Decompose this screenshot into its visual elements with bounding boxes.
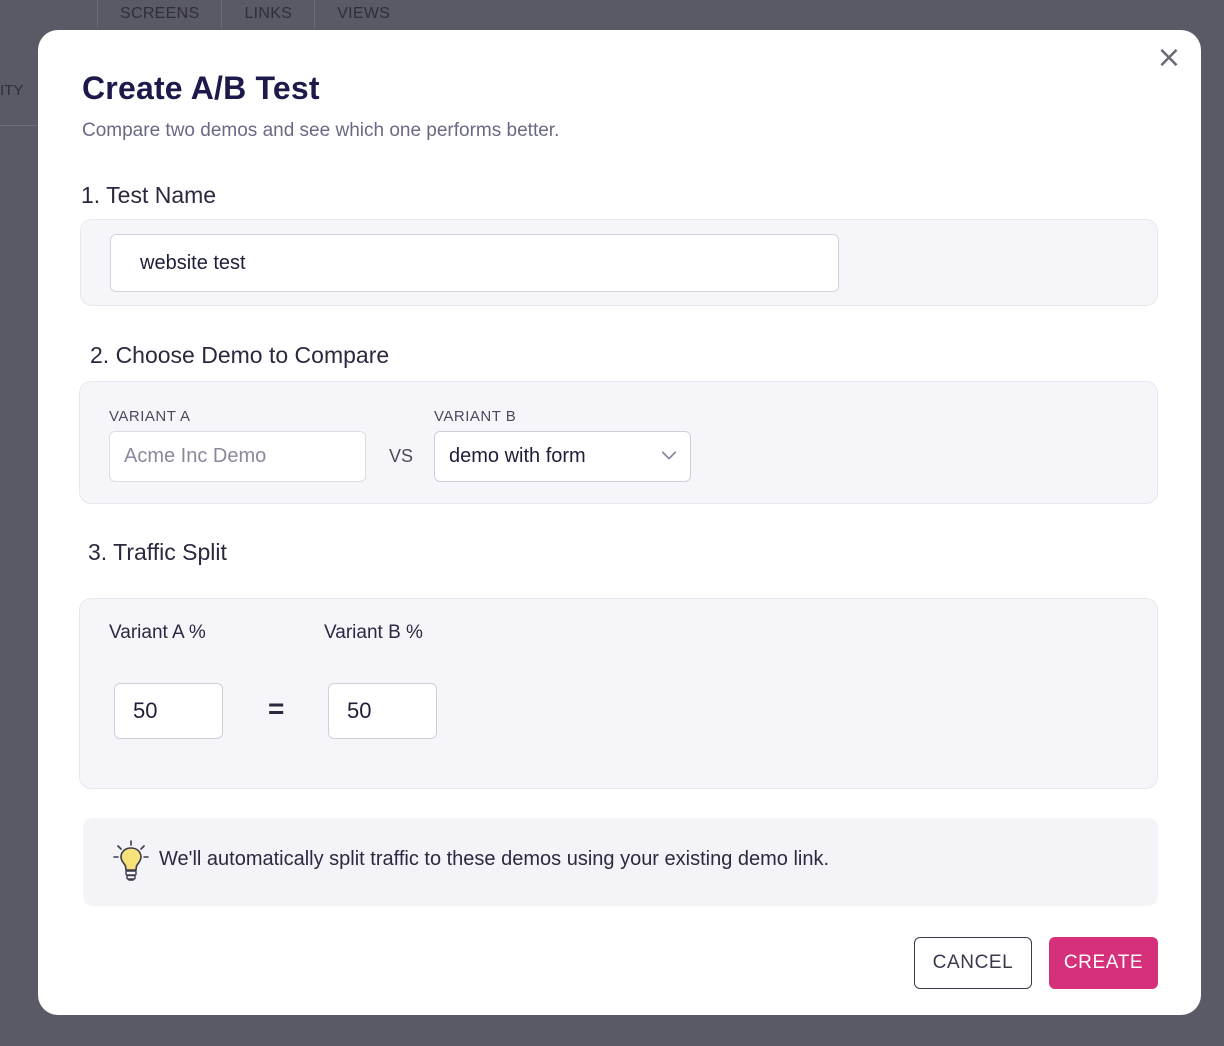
test-name-panel bbox=[80, 219, 1158, 306]
background-tab-views: VIEWS bbox=[337, 5, 391, 22]
tip-text: We'll automatically split traffic to the… bbox=[159, 848, 830, 870]
close-icon[interactable]: × bbox=[1155, 43, 1183, 73]
variant-b-pct-input[interactable]: 50 bbox=[328, 683, 437, 739]
create-ab-test-modal: × Create A/B Test Compare two demos and … bbox=[38, 30, 1201, 1015]
cancel-button[interactable]: CANCEL bbox=[914, 937, 1032, 989]
traffic-split-label: 3. Traffic Split bbox=[88, 539, 227, 565]
lightbulb-icon bbox=[113, 840, 149, 881]
variant-a-field: Acme Inc Demo bbox=[109, 431, 366, 482]
variant-b-pct-label: Variant B % bbox=[324, 622, 423, 643]
background-tabs: SCREENS LINKS VIEWS bbox=[0, 0, 1224, 27]
variant-a-label: VARIANT A bbox=[109, 408, 191, 425]
equals-sign: = bbox=[268, 693, 285, 724]
variant-b-select[interactable]: demo with form bbox=[434, 431, 691, 482]
variant-b-pct-value: 50 bbox=[347, 698, 372, 723]
test-name-input[interactable] bbox=[110, 234, 839, 292]
background-tab-stub bbox=[0, 0, 98, 27]
variant-a-pct-label: Variant A % bbox=[109, 622, 206, 643]
info-tip: We'll automatically split traffic to the… bbox=[83, 818, 1158, 906]
traffic-split-panel: Variant A % Variant B % 50 = 50 bbox=[79, 598, 1158, 789]
modal-title: Create A/B Test bbox=[82, 70, 320, 106]
background-divider bbox=[0, 125, 40, 126]
chevron-down-icon bbox=[661, 451, 677, 460]
background-tab-screens: SCREENS bbox=[98, 0, 223, 27]
variant-b-label: VARIANT B bbox=[434, 408, 517, 425]
background-side-label: ITY bbox=[0, 82, 24, 99]
choose-demo-panel: VARIANT A Acme Inc Demo VS VARIANT B dem… bbox=[79, 381, 1158, 504]
variant-a-pct-input[interactable]: 50 bbox=[114, 683, 223, 739]
modal-subtitle: Compare two demos and see which one perf… bbox=[82, 120, 560, 141]
variant-a-pct-value: 50 bbox=[133, 698, 158, 723]
create-button[interactable]: CREATE bbox=[1049, 937, 1158, 989]
choose-demo-label: 2. Choose Demo to Compare bbox=[90, 342, 390, 368]
variant-b-value: demo with form bbox=[449, 445, 586, 467]
test-name-label: 1. Test Name bbox=[81, 182, 217, 208]
background-tab-links: LINKS bbox=[222, 0, 316, 27]
variant-a-value: Acme Inc Demo bbox=[124, 445, 267, 467]
vs-label: VS bbox=[389, 446, 414, 466]
